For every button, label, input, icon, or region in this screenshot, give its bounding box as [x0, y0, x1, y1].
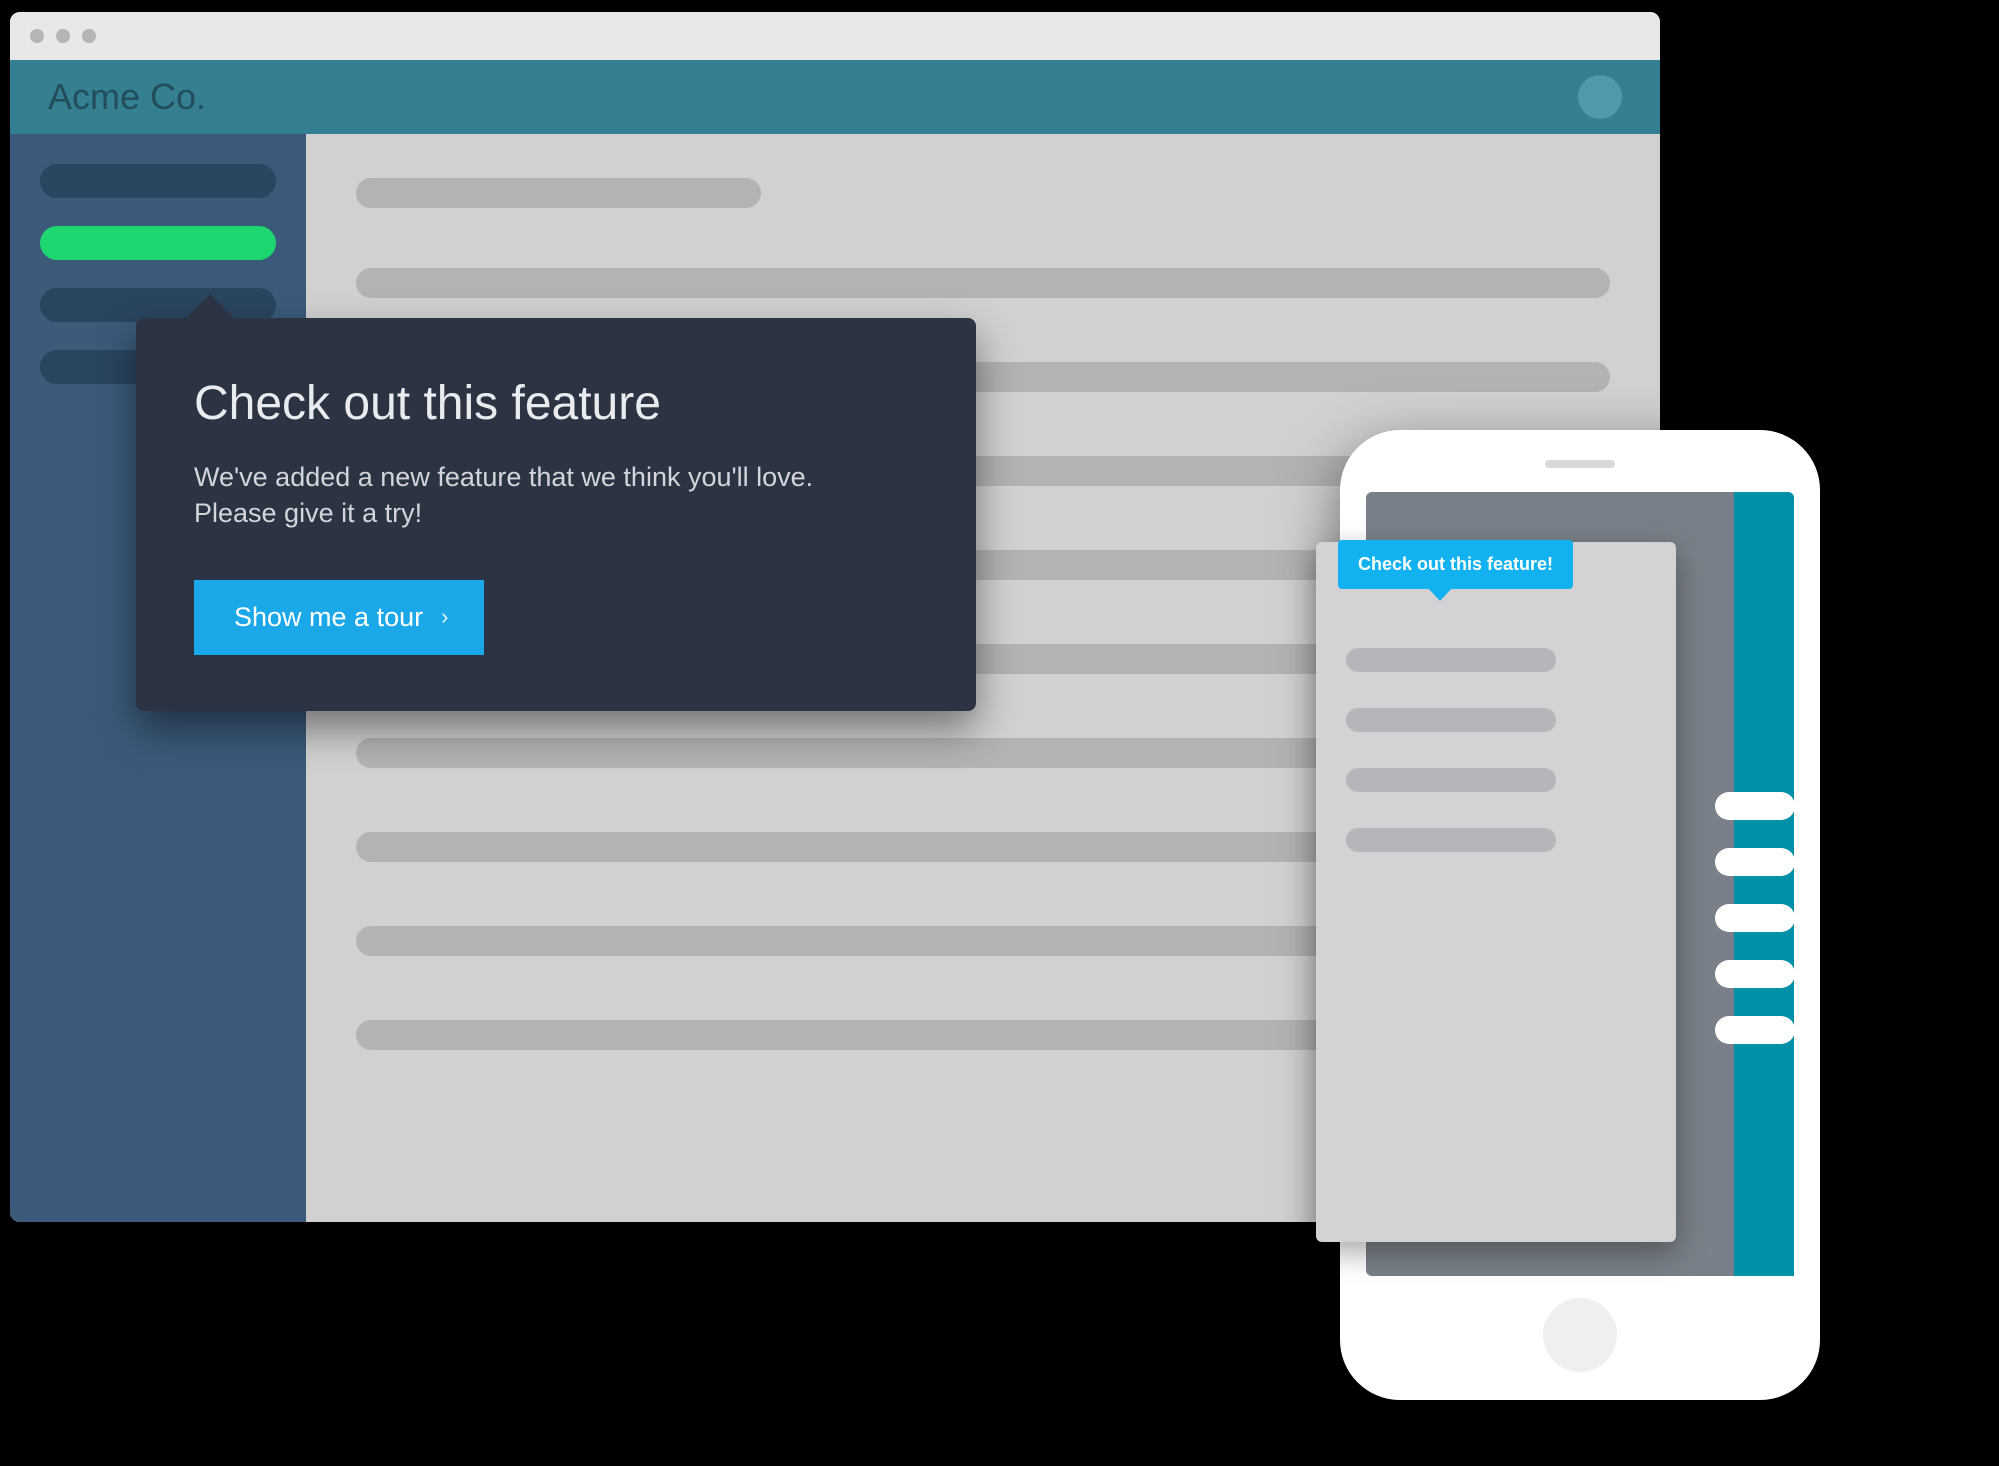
phone-mock: Check out this feature!	[1340, 430, 1820, 1400]
app-header: Acme Co.	[10, 60, 1660, 134]
sidebar-item-active[interactable]	[40, 226, 276, 260]
app-title: Acme Co.	[48, 76, 206, 118]
list-item	[1346, 648, 1556, 672]
window-maximize-icon[interactable]	[82, 29, 96, 43]
mobile-tooltip-label: Check out this feature!	[1358, 554, 1553, 574]
sidebar-item[interactable]	[40, 288, 276, 322]
mobile-feature-tooltip[interactable]: Check out this feature!	[1338, 540, 1573, 589]
tooltip-title: Check out this feature	[194, 376, 918, 431]
mobile-content-rows	[1346, 648, 1646, 852]
avatar[interactable]	[1578, 75, 1622, 119]
show-tour-button[interactable]: Show me a tour ›	[194, 580, 484, 655]
side-chip[interactable]	[1715, 1016, 1795, 1044]
phone-speaker-icon	[1545, 460, 1615, 468]
phone-card: Check out this feature!	[1316, 542, 1676, 1242]
chevron-right-icon: ›	[441, 604, 448, 630]
page-title-placeholder	[356, 178, 761, 208]
side-chip[interactable]	[1715, 848, 1795, 876]
tooltip-body: We've added a new feature that we think …	[194, 459, 834, 532]
list-item	[356, 268, 1610, 298]
phone-side-chips	[1715, 792, 1795, 1044]
browser-titlebar	[10, 12, 1660, 60]
side-chip[interactable]	[1715, 904, 1795, 932]
list-item	[1346, 768, 1556, 792]
cta-label: Show me a tour	[234, 602, 423, 633]
side-chip[interactable]	[1715, 792, 1795, 820]
phone-home-button[interactable]	[1543, 1298, 1617, 1372]
list-item	[1346, 708, 1556, 732]
list-item	[1346, 828, 1556, 852]
feature-tooltip: Check out this feature We've added a new…	[136, 318, 976, 711]
side-chip[interactable]	[1715, 960, 1795, 988]
phone-screen: Check out this feature!	[1366, 492, 1794, 1276]
window-close-icon[interactable]	[30, 29, 44, 43]
window-minimize-icon[interactable]	[56, 29, 70, 43]
sidebar-item[interactable]	[40, 164, 276, 198]
